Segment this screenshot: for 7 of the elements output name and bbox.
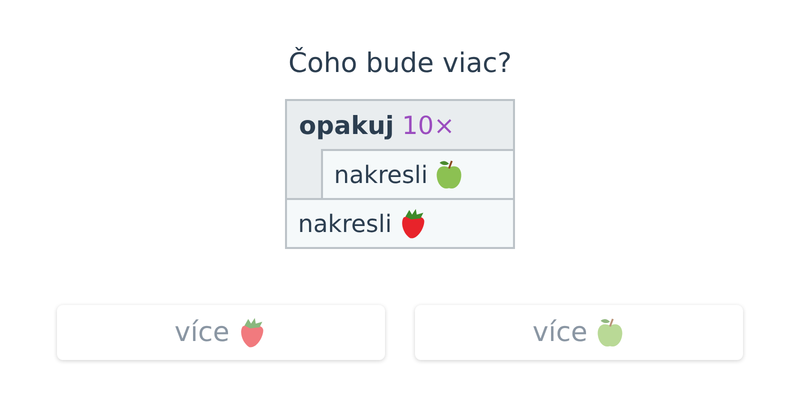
repeat-keyword: opakuj (299, 110, 394, 140)
command-label: nakresli (334, 160, 428, 188)
apple-icon (434, 158, 464, 190)
question-title: Čoho bude viac? (288, 48, 512, 79)
apple-icon (595, 316, 626, 348)
command-label: nakresli (298, 210, 392, 238)
repeat-count: 10× (402, 110, 455, 140)
